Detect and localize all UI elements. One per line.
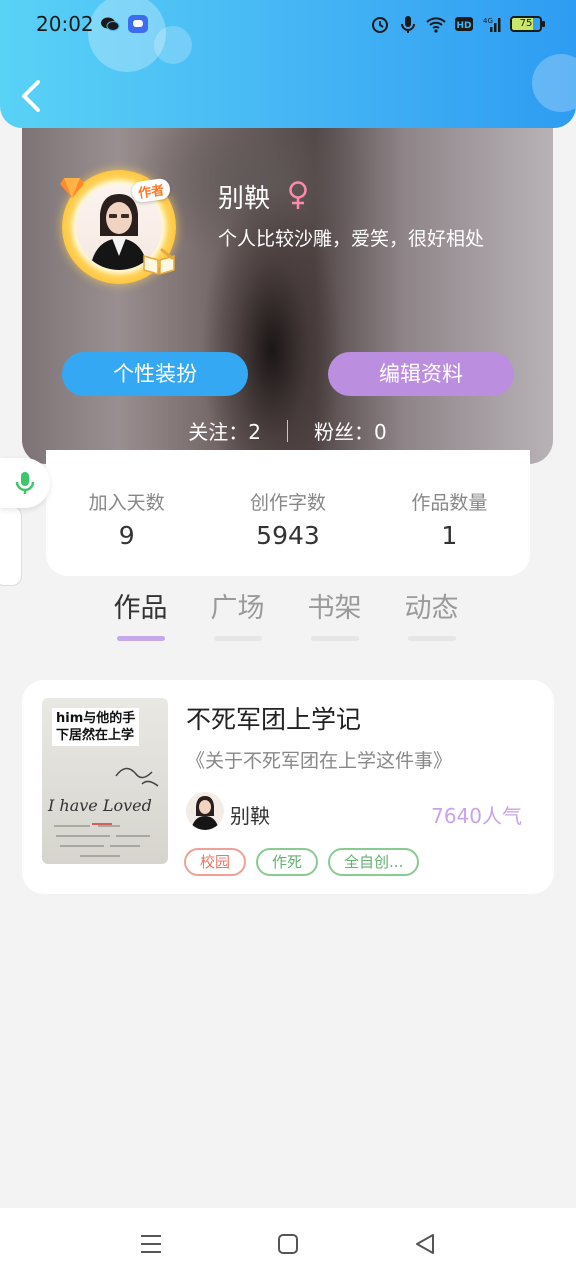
cover-caption-line: him与他的手: [56, 711, 136, 726]
alarm-icon: [372, 17, 388, 33]
tag-daredevil[interactable]: 作死: [256, 848, 319, 876]
stat-label: 加入天数: [88, 492, 165, 514]
cover-scribbles: [54, 823, 150, 857]
following-label: 关注：: [188, 420, 249, 444]
cover-doodle: [115, 767, 159, 787]
tab-square[interactable]: 广场: [189, 586, 286, 644]
tab-indicator: [117, 636, 165, 641]
svg-text:HD: HD: [456, 21, 471, 31]
work-description: 《关于不死军团在上学这件事》: [186, 750, 453, 772]
tab-label: 作品: [113, 593, 168, 624]
status-icons: HD 4G 75: [370, 12, 545, 36]
followers-link[interactable]: 粉丝：0: [314, 416, 387, 445]
battery-icon: 75: [510, 16, 545, 32]
profile-bio: 个人比较沙雕，爱笑，很好相处: [218, 228, 485, 250]
decor-bubble: [154, 26, 192, 64]
header-bar: 20:02 HD 4G 75: [0, 0, 576, 128]
profile-banner: 作者 别鞅 个人比较沙雕，爱笑，很好相处 个性装扮 编辑资料 关注：2 粉丝：0: [22, 110, 553, 464]
avatar[interactable]: 作者: [60, 170, 176, 284]
tab-bookshelf[interactable]: 书架: [286, 586, 383, 644]
home-square-icon[interactable]: [274, 1230, 302, 1258]
tab-indicator: [214, 636, 262, 641]
microphone-status-icon: [401, 16, 415, 33]
tab-activity[interactable]: 动态: [383, 586, 480, 644]
tab-label: 广场: [210, 593, 265, 624]
edit-profile-button[interactable]: 编辑资料: [328, 352, 514, 396]
svg-text:4G: 4G: [483, 17, 493, 25]
cover-caption-line: 下居然在上学: [56, 728, 135, 743]
stats-card: 加入天数 9 创作字数 5943 作品数量 1: [46, 450, 530, 576]
follow-stats: 关注：2 粉丝：0: [22, 416, 553, 445]
following-count: 2: [248, 420, 261, 444]
chevron-left-icon[interactable]: [14, 76, 50, 116]
tab-works[interactable]: 作品: [92, 586, 189, 644]
status-time: 20:02: [36, 12, 94, 36]
tab-indicator: [408, 636, 456, 641]
work-cover[interactable]: him与他的手 下居然在上学 I have Loved: [42, 698, 168, 864]
tab-indicator: [311, 636, 359, 641]
hd-icon: HD: [455, 17, 473, 31]
work-tags: 校园 作死 全自创...: [184, 848, 420, 876]
following-link[interactable]: 关注：2: [188, 416, 261, 445]
author-badge: 作者: [130, 177, 172, 204]
stat-word-count: 创作字数 5943: [207, 488, 368, 576]
work-author-name: 别鞅: [230, 804, 270, 828]
cover-handwriting: I have Loved: [48, 796, 152, 815]
tab-label: 书架: [307, 593, 362, 624]
stat-value: 9: [118, 521, 135, 550]
signal-4g-icon: 4G: [483, 17, 501, 32]
profile-tabs: 作品 广场 书架 动态: [92, 586, 480, 644]
dress-up-button[interactable]: 个性装扮: [62, 352, 248, 396]
tab-label: 动态: [404, 593, 459, 624]
decor-bubble: [88, 0, 166, 72]
tag-campus[interactable]: 校园: [184, 848, 247, 876]
cover-caption: him与他的手 下居然在上学: [52, 708, 140, 746]
followers-count: 0: [374, 420, 387, 444]
voice-assistant-button[interactable]: [0, 458, 50, 508]
profile-name: 别鞅: [218, 184, 271, 214]
followers-label: 粉丝：: [314, 420, 374, 444]
wechat-icon: [101, 17, 120, 31]
decor-bubble: [532, 54, 576, 112]
book-icon: [143, 248, 175, 275]
work-popularity: 7640人气: [431, 804, 522, 828]
stat-value: 5943: [256, 521, 320, 550]
microphone-icon: [15, 472, 35, 494]
system-nav-bar: [0, 1208, 576, 1280]
message-app-icon: [128, 15, 148, 33]
stat-works-count: 作品数量 1: [369, 488, 530, 576]
work-title[interactable]: 不死军团上学记: [186, 700, 361, 736]
gem-icon: [60, 178, 84, 198]
side-drawer-handle[interactable]: [0, 506, 22, 586]
stat-join-days: 加入天数 9: [46, 488, 207, 576]
work-author-avatar: [186, 792, 224, 830]
stat-value: 1: [441, 521, 458, 550]
female-icon: [289, 181, 307, 209]
tag-original[interactable]: 全自创...: [328, 848, 420, 876]
follow-divider: [287, 419, 288, 442]
stat-label: 创作字数: [249, 492, 326, 514]
stat-label: 作品数量: [411, 492, 488, 514]
menu-icon[interactable]: [137, 1230, 165, 1258]
back-triangle-icon[interactable]: [411, 1230, 439, 1258]
wifi-icon: [426, 17, 446, 33]
work-card[interactable]: him与他的手 下居然在上学 I have Loved 不死军团上学记 《关于不…: [22, 680, 554, 894]
